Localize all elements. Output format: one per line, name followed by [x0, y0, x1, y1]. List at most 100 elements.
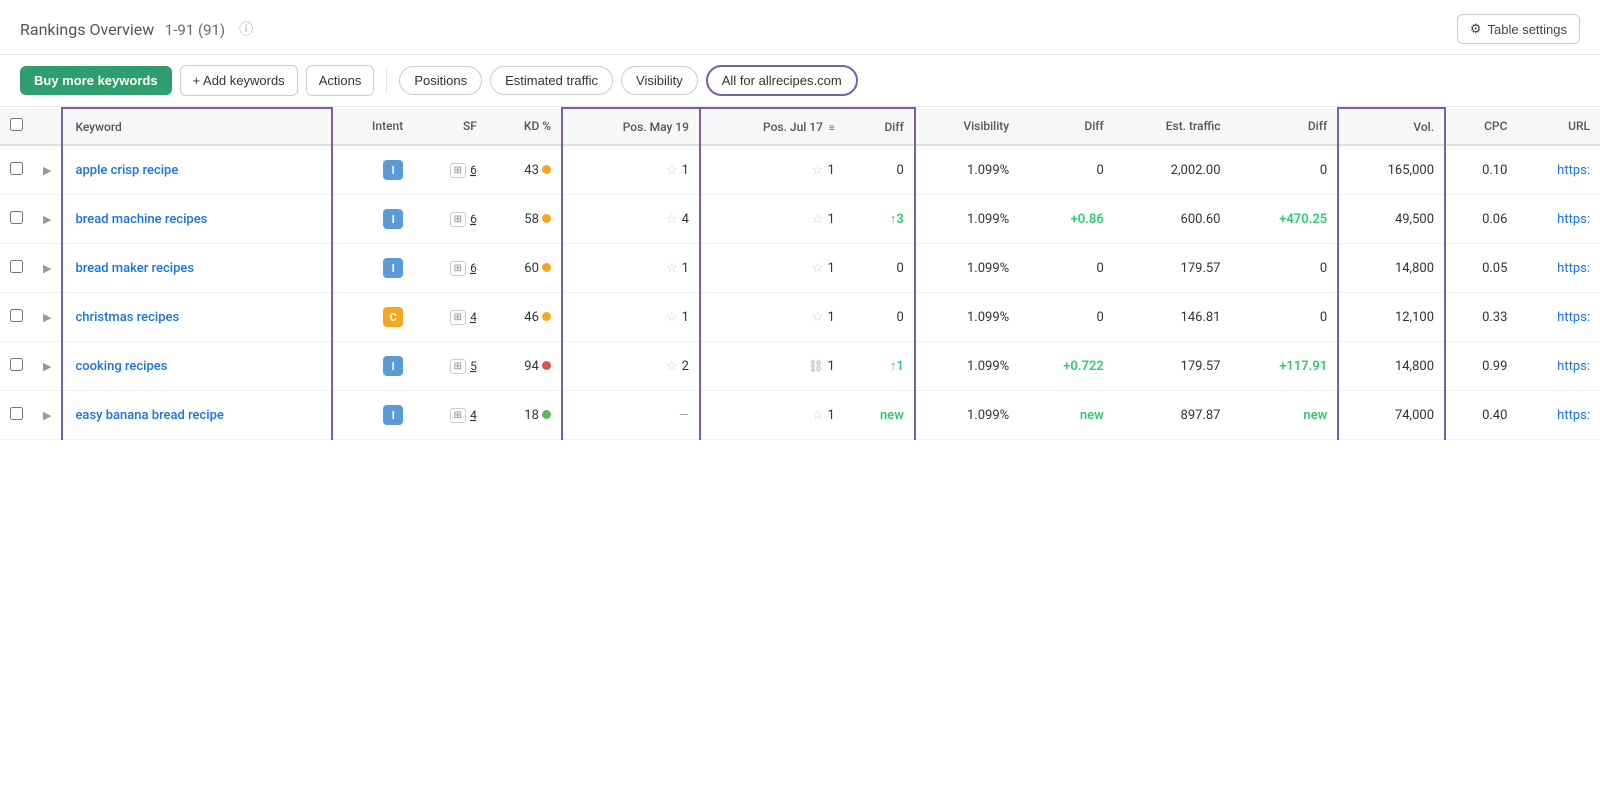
row-kd-cell: 94	[487, 342, 562, 391]
url-link[interactable]: https:	[1557, 408, 1590, 423]
filter-visibility[interactable]: Visibility	[621, 66, 698, 95]
row-checkbox[interactable]	[10, 211, 23, 224]
expand-button[interactable]: ▶	[43, 311, 51, 324]
row-est-traffic-cell: 2,002.00	[1114, 145, 1231, 195]
add-keywords-button[interactable]: + Add keywords	[180, 65, 298, 96]
kd-dot	[542, 214, 551, 223]
row-url-cell: https:	[1517, 145, 1600, 195]
th-cpc: CPC	[1445, 108, 1517, 145]
intent-badge: I	[383, 356, 403, 376]
keyword-link[interactable]: apple crisp recipe	[75, 163, 178, 178]
row-vol-cell: 12,100	[1338, 293, 1445, 342]
expand-button[interactable]: ▶	[43, 164, 51, 177]
kd-dot	[542, 263, 551, 272]
expand-button[interactable]: ▶	[43, 360, 51, 373]
keyword-link[interactable]: easy banana bread recipe	[75, 408, 223, 423]
row-checkbox-cell	[0, 391, 33, 440]
row-pos-jul-cell: ☆ 1	[700, 195, 845, 244]
keyword-link[interactable]: cooking recipes	[75, 359, 167, 374]
star-icon: ☆	[812, 212, 824, 227]
star-icon: ☆	[812, 310, 824, 325]
row-visibility-cell: 1.099%	[915, 342, 1019, 391]
row-expand-cell: ▶	[33, 293, 62, 342]
row-vol-cell: 49,500	[1338, 195, 1445, 244]
row-checkbox[interactable]	[10, 162, 23, 175]
filter-est-traffic[interactable]: Estimated traffic	[490, 66, 613, 95]
star-icon: ☆	[666, 261, 678, 276]
url-link[interactable]: https:	[1557, 163, 1590, 178]
row-checkbox[interactable]	[10, 260, 23, 273]
th-sf: SF	[413, 108, 487, 145]
vis-diff-up: +0.86	[1071, 212, 1104, 227]
row-traffic-diff-cell: 0	[1231, 145, 1339, 195]
vis-diff-zero: 0	[1096, 261, 1103, 276]
row-checkbox[interactable]	[10, 358, 23, 371]
url-link[interactable]: https:	[1557, 261, 1590, 276]
url-link[interactable]: https:	[1557, 359, 1590, 374]
expand-button[interactable]: ▶	[43, 262, 51, 275]
row-keyword-cell: bread maker recipes	[62, 244, 331, 293]
row-est-traffic-cell: 146.81	[1114, 293, 1231, 342]
row-pos-diff-cell: 0	[845, 293, 915, 342]
expand-button[interactable]: ▶	[43, 409, 51, 422]
sf-icon: ⊞	[450, 359, 466, 374]
row-checkbox-cell	[0, 195, 33, 244]
select-all-checkbox[interactable]	[10, 118, 23, 131]
url-link[interactable]: https:	[1557, 310, 1590, 325]
row-keyword-cell: cooking recipes	[62, 342, 331, 391]
table-row: ▶cooking recipesI⊞594 ☆ 2⛓ 1↑11.099%+0.7…	[0, 342, 1600, 391]
row-expand-cell: ▶	[33, 391, 62, 440]
row-keyword-cell: christmas recipes	[62, 293, 331, 342]
th-vol: Vol.	[1338, 108, 1445, 145]
row-kd-cell: 46	[487, 293, 562, 342]
row-vol-cell: 14,800	[1338, 244, 1445, 293]
row-intent-cell: C	[332, 293, 413, 342]
row-intent-cell: I	[332, 145, 413, 195]
row-pos-diff-cell: new	[845, 391, 915, 440]
filter-positions[interactable]: Positions	[399, 66, 482, 95]
star-icon: ☆	[812, 261, 824, 276]
vis-diff-zero: 0	[1096, 163, 1103, 178]
row-traffic-diff-cell: +470.25	[1231, 195, 1339, 244]
sf-number: 6	[470, 212, 477, 226]
keyword-link[interactable]: christmas recipes	[75, 310, 179, 325]
table-wrapper: Keyword Intent SF KD % Pos. May 19 Pos. …	[0, 107, 1600, 440]
intent-badge: I	[383, 258, 403, 278]
row-pos-may-cell: ☆ 1	[562, 293, 700, 342]
th-keyword: Keyword	[62, 108, 331, 145]
row-checkbox[interactable]	[10, 407, 23, 420]
sort-icon[interactable]: ≡	[829, 123, 835, 134]
row-pos-jul-cell: ⛓ 1	[700, 342, 845, 391]
row-vis-diff-cell: 0	[1019, 293, 1114, 342]
sf-number: 6	[470, 261, 477, 275]
sf-icon: ⊞	[450, 408, 466, 423]
row-pos-jul-cell: ☆ 1	[700, 391, 845, 440]
row-visibility-cell: 1.099%	[915, 391, 1019, 440]
row-pos-may-cell: —	[562, 391, 700, 440]
table-settings-button[interactable]: ⚙ Table settings	[1457, 14, 1580, 44]
diff-zero: 0	[897, 310, 904, 325]
actions-button[interactable]: Actions	[306, 65, 375, 96]
row-intent-cell: I	[332, 391, 413, 440]
table-row: ▶bread maker recipesI⊞660 ☆ 1☆ 101.099%0…	[0, 244, 1600, 293]
buy-keywords-button[interactable]: Buy more keywords	[20, 66, 172, 95]
row-checkbox[interactable]	[10, 309, 23, 322]
toolbar-divider	[386, 69, 387, 93]
row-sf-cell: ⊞6	[413, 244, 487, 293]
row-vis-diff-cell: new	[1019, 391, 1114, 440]
url-link[interactable]: https:	[1557, 212, 1590, 227]
row-keyword-cell: easy banana bread recipe	[62, 391, 331, 440]
diff-zero: 0	[897, 261, 904, 276]
row-cpc-cell: 0.40	[1445, 391, 1517, 440]
kd-dot	[542, 361, 551, 370]
row-cpc-cell: 0.33	[1445, 293, 1517, 342]
row-pos-diff-cell: ↑1	[845, 342, 915, 391]
info-icon[interactable]: ⓘ	[239, 19, 253, 39]
keyword-link[interactable]: bread machine recipes	[75, 212, 207, 227]
kd-dot	[542, 312, 551, 321]
expand-button[interactable]: ▶	[43, 213, 51, 226]
filter-all-allrecipes[interactable]: All for allrecipes.com	[706, 65, 858, 96]
table-row: ▶christmas recipesC⊞446 ☆ 1☆ 101.099%014…	[0, 293, 1600, 342]
keyword-link[interactable]: bread maker recipes	[75, 261, 194, 276]
row-expand-cell: ▶	[33, 342, 62, 391]
